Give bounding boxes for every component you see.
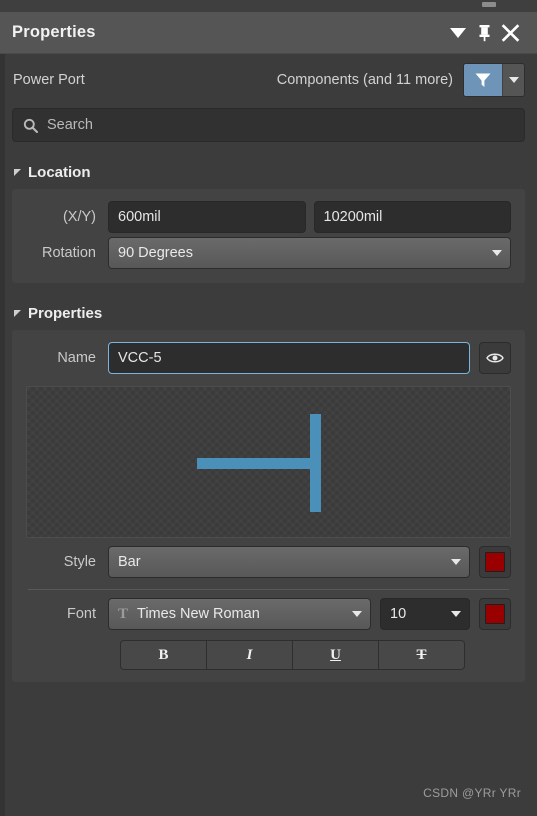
font-size-value: 10 — [390, 606, 407, 622]
font-size-select[interactable]: 10 — [380, 598, 470, 630]
rotation-row: Rotation 90 Degrees — [26, 235, 511, 271]
pin-icon — [479, 24, 489, 41]
chevron-down-icon — [508, 77, 519, 83]
properties-divider — [28, 589, 509, 590]
panel-content: Power Port Components (and 11 more) Sear… — [0, 54, 537, 816]
section-header-properties[interactable]: Properties — [14, 305, 525, 322]
funnel-icon — [475, 73, 491, 87]
filter-button[interactable] — [464, 64, 502, 96]
text-T-icon: T — [118, 605, 129, 622]
filter-dropdown-button[interactable] — [502, 64, 524, 96]
style-row: Style Bar — [26, 544, 511, 580]
symbol-bar-horizontal — [197, 458, 321, 469]
triangle-down-icon — [450, 27, 466, 38]
xy-inputs: 600mil 10200mil — [108, 201, 511, 233]
close-icon — [501, 24, 519, 42]
name-label: Name — [57, 350, 96, 366]
font-format-buttons: B I U T — [26, 640, 511, 670]
object-scope-label: Components (and 11 more) — [276, 72, 453, 88]
panel-title: Properties — [12, 23, 96, 41]
location-card: (X/Y) 600mil 10200mil Rotation 90 Degree… — [12, 189, 525, 283]
chevron-down-icon — [492, 250, 502, 256]
font-row: Font T Times New Roman 10 — [26, 596, 511, 632]
close-button[interactable] — [497, 20, 523, 46]
watermark: CSDN @YRr YRr — [423, 786, 521, 800]
rotation-select[interactable]: 90 Degrees — [108, 237, 511, 269]
chevron-down-icon — [451, 611, 461, 617]
strikethrough-button[interactable]: T — [379, 640, 465, 670]
object-row: Power Port Components (and 11 more) — [12, 54, 525, 106]
properties-panel: Properties Power Port Components (and 11… — [0, 0, 537, 816]
style-select[interactable]: Bar — [108, 546, 470, 578]
filter-group — [463, 63, 525, 97]
font-color-swatch — [485, 604, 505, 624]
section-twisty-icon — [14, 310, 21, 317]
name-visibility-button[interactable] — [479, 342, 511, 374]
style-value: Bar — [118, 554, 141, 570]
name-row: Name VCC-5 — [26, 340, 511, 376]
font-label: Font — [66, 606, 96, 622]
section-title-location: Location — [28, 164, 91, 181]
underline-button[interactable]: U — [293, 640, 379, 670]
panel-titlebar: Properties — [0, 12, 537, 54]
symbol-preview — [26, 386, 511, 538]
rotation-value: 90 Degrees — [118, 245, 193, 261]
style-label: Style — [63, 554, 96, 570]
dock-top-strip — [0, 0, 537, 12]
bold-button[interactable]: B — [120, 640, 207, 670]
italic-button[interactable]: I — [207, 640, 293, 670]
section-title-properties: Properties — [28, 305, 103, 322]
name-input[interactable]: VCC-5 — [108, 342, 470, 374]
properties-card: Name VCC-5 Style Bar Font T Times New Ro… — [12, 330, 525, 682]
xy-row: (X/Y) 600mil 10200mil — [26, 199, 511, 235]
font-family-select[interactable]: T Times New Roman — [108, 598, 371, 630]
style-color-button[interactable] — [479, 546, 511, 578]
panel-left-edge — [0, 54, 5, 816]
search-icon — [23, 118, 38, 133]
collapse-button[interactable] — [445, 20, 471, 46]
eye-icon — [486, 353, 504, 363]
symbol-bar-vertical — [310, 414, 321, 512]
style-color-swatch — [485, 552, 505, 572]
search-placeholder: Search — [47, 117, 93, 133]
pin-button[interactable] — [471, 20, 497, 46]
object-kind-label: Power Port — [13, 72, 85, 88]
rotation-label: Rotation — [41, 245, 96, 261]
section-header-location[interactable]: Location — [14, 164, 525, 181]
dock-tab-sliver[interactable] — [482, 2, 496, 7]
chevron-down-icon — [352, 611, 362, 617]
search-input[interactable]: Search — [12, 108, 525, 142]
font-color-button[interactable] — [479, 598, 511, 630]
font-family-value: Times New Roman — [137, 606, 260, 622]
chevron-down-icon — [451, 559, 461, 565]
section-twisty-icon — [14, 169, 21, 176]
xy-label: (X/Y) — [62, 209, 96, 225]
y-input[interactable]: 10200mil — [313, 201, 511, 233]
x-input[interactable]: 600mil — [108, 201, 306, 233]
